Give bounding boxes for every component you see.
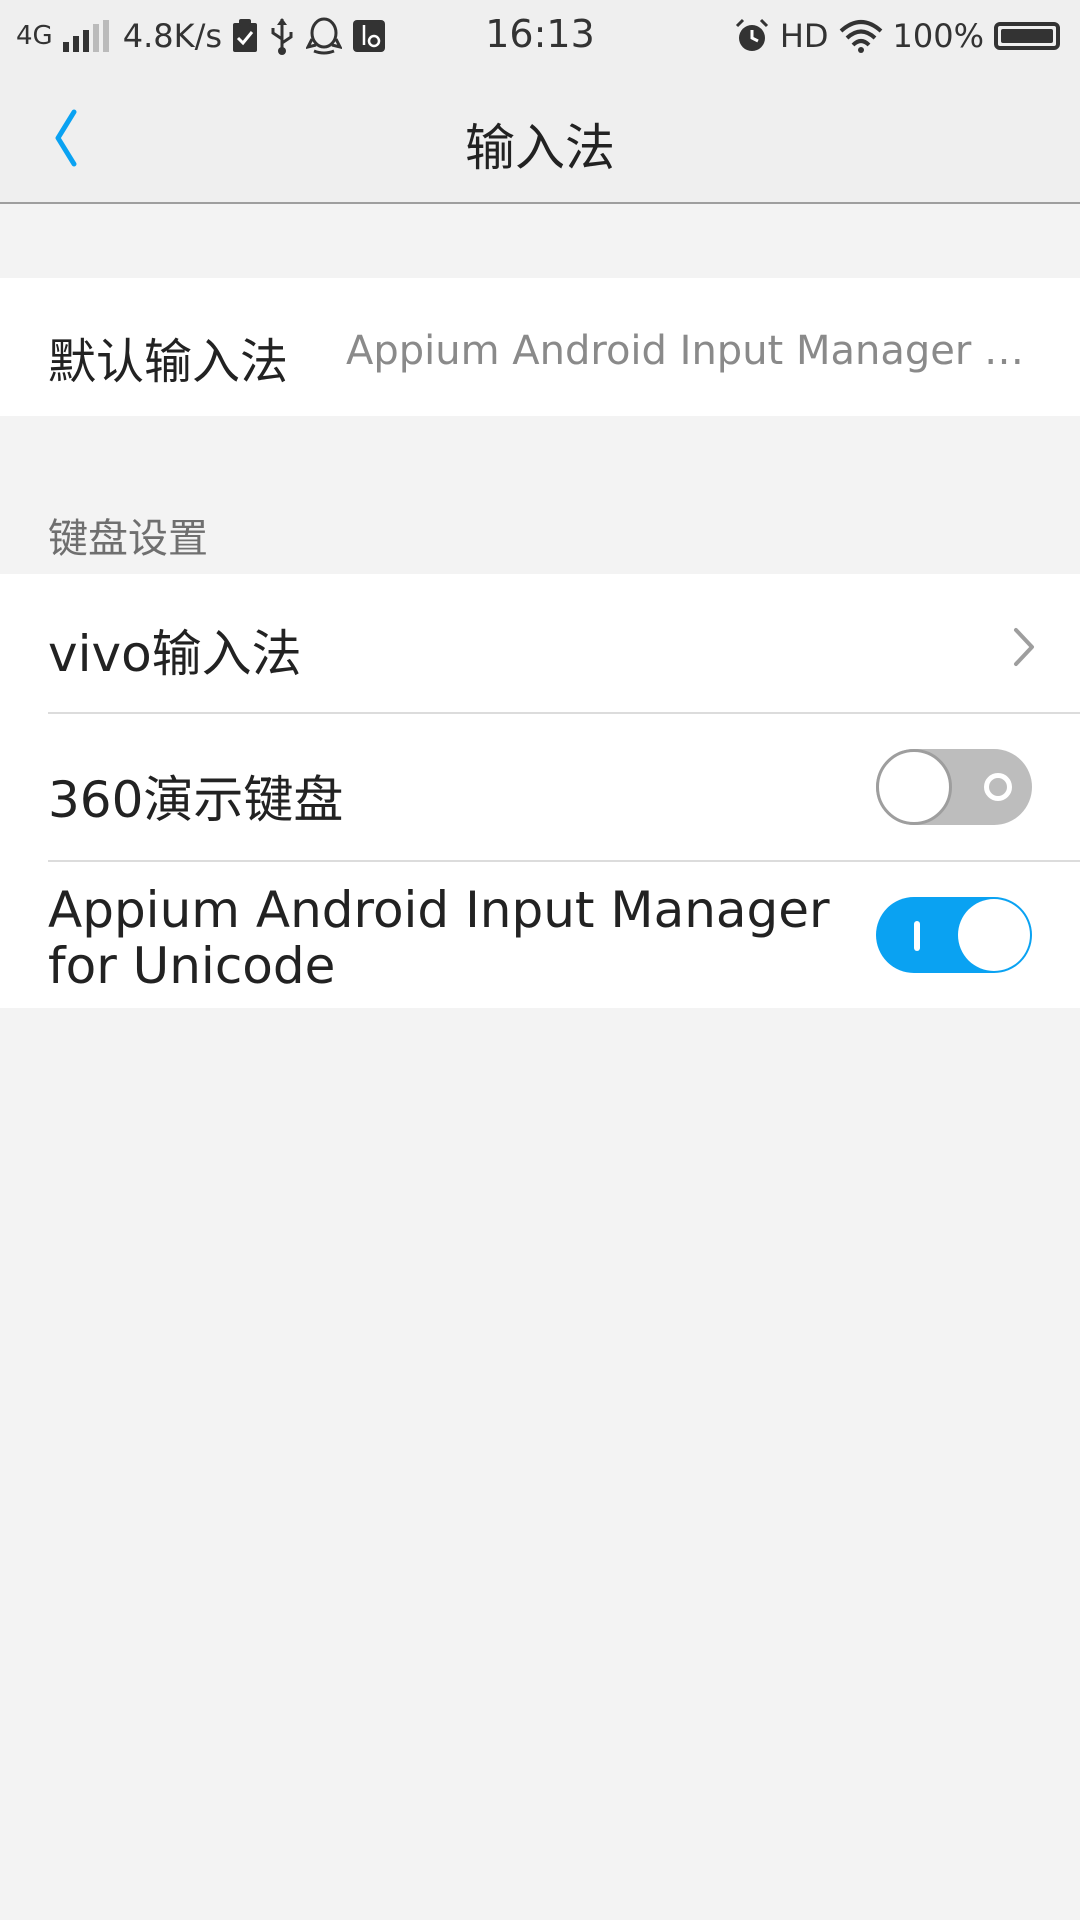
default-input-method-label: 默认输入法 bbox=[48, 334, 289, 390]
alarm-icon bbox=[735, 18, 768, 51]
toggle-knob bbox=[876, 749, 952, 825]
battery-percent: 100% bbox=[892, 17, 984, 55]
status-right: HD 100% bbox=[734, 14, 1060, 58]
keyboard-settings-header: 键盘设置 bbox=[48, 516, 208, 562]
wifi-icon bbox=[839, 20, 882, 53]
battery-icon bbox=[994, 22, 1060, 50]
list-item-vivo-ime[interactable]: vivo输入法 bbox=[0, 574, 1080, 714]
toggle-on-indicator bbox=[914, 921, 920, 951]
list-item-label: vivo输入法 bbox=[48, 625, 302, 683]
status-bar: 4G 4.8K/s 16:13 HD 100% bbox=[0, 0, 1080, 72]
default-input-method-value: Appium Android Input Manager for Unicode bbox=[346, 328, 1030, 374]
toggle-appium-ime[interactable] bbox=[876, 897, 1032, 973]
toggle-off-indicator bbox=[984, 773, 1012, 801]
list-item-label: Appium Android Input Manager for Unicode bbox=[48, 881, 830, 995]
default-input-method-row[interactable]: 默认输入法 Appium Android Input Manager for U… bbox=[0, 278, 1080, 416]
chevron-right-icon bbox=[1014, 628, 1034, 666]
keyboard-list: vivo输入法 360演示键盘 Appium Android Input Man… bbox=[0, 574, 1080, 1008]
hd-indicator: HD bbox=[779, 17, 829, 55]
page-title: 输入法 bbox=[465, 119, 615, 177]
list-item-label: 360演示键盘 bbox=[48, 771, 344, 829]
title-bar: 输入法 bbox=[0, 72, 1080, 204]
toggle-knob bbox=[958, 899, 1030, 971]
list-item-appium-ime: Appium Android Input Manager for Unicode bbox=[0, 862, 1080, 1008]
toggle-360-keyboard[interactable] bbox=[876, 749, 1032, 825]
list-item-360-keyboard: 360演示键盘 bbox=[0, 714, 1080, 860]
